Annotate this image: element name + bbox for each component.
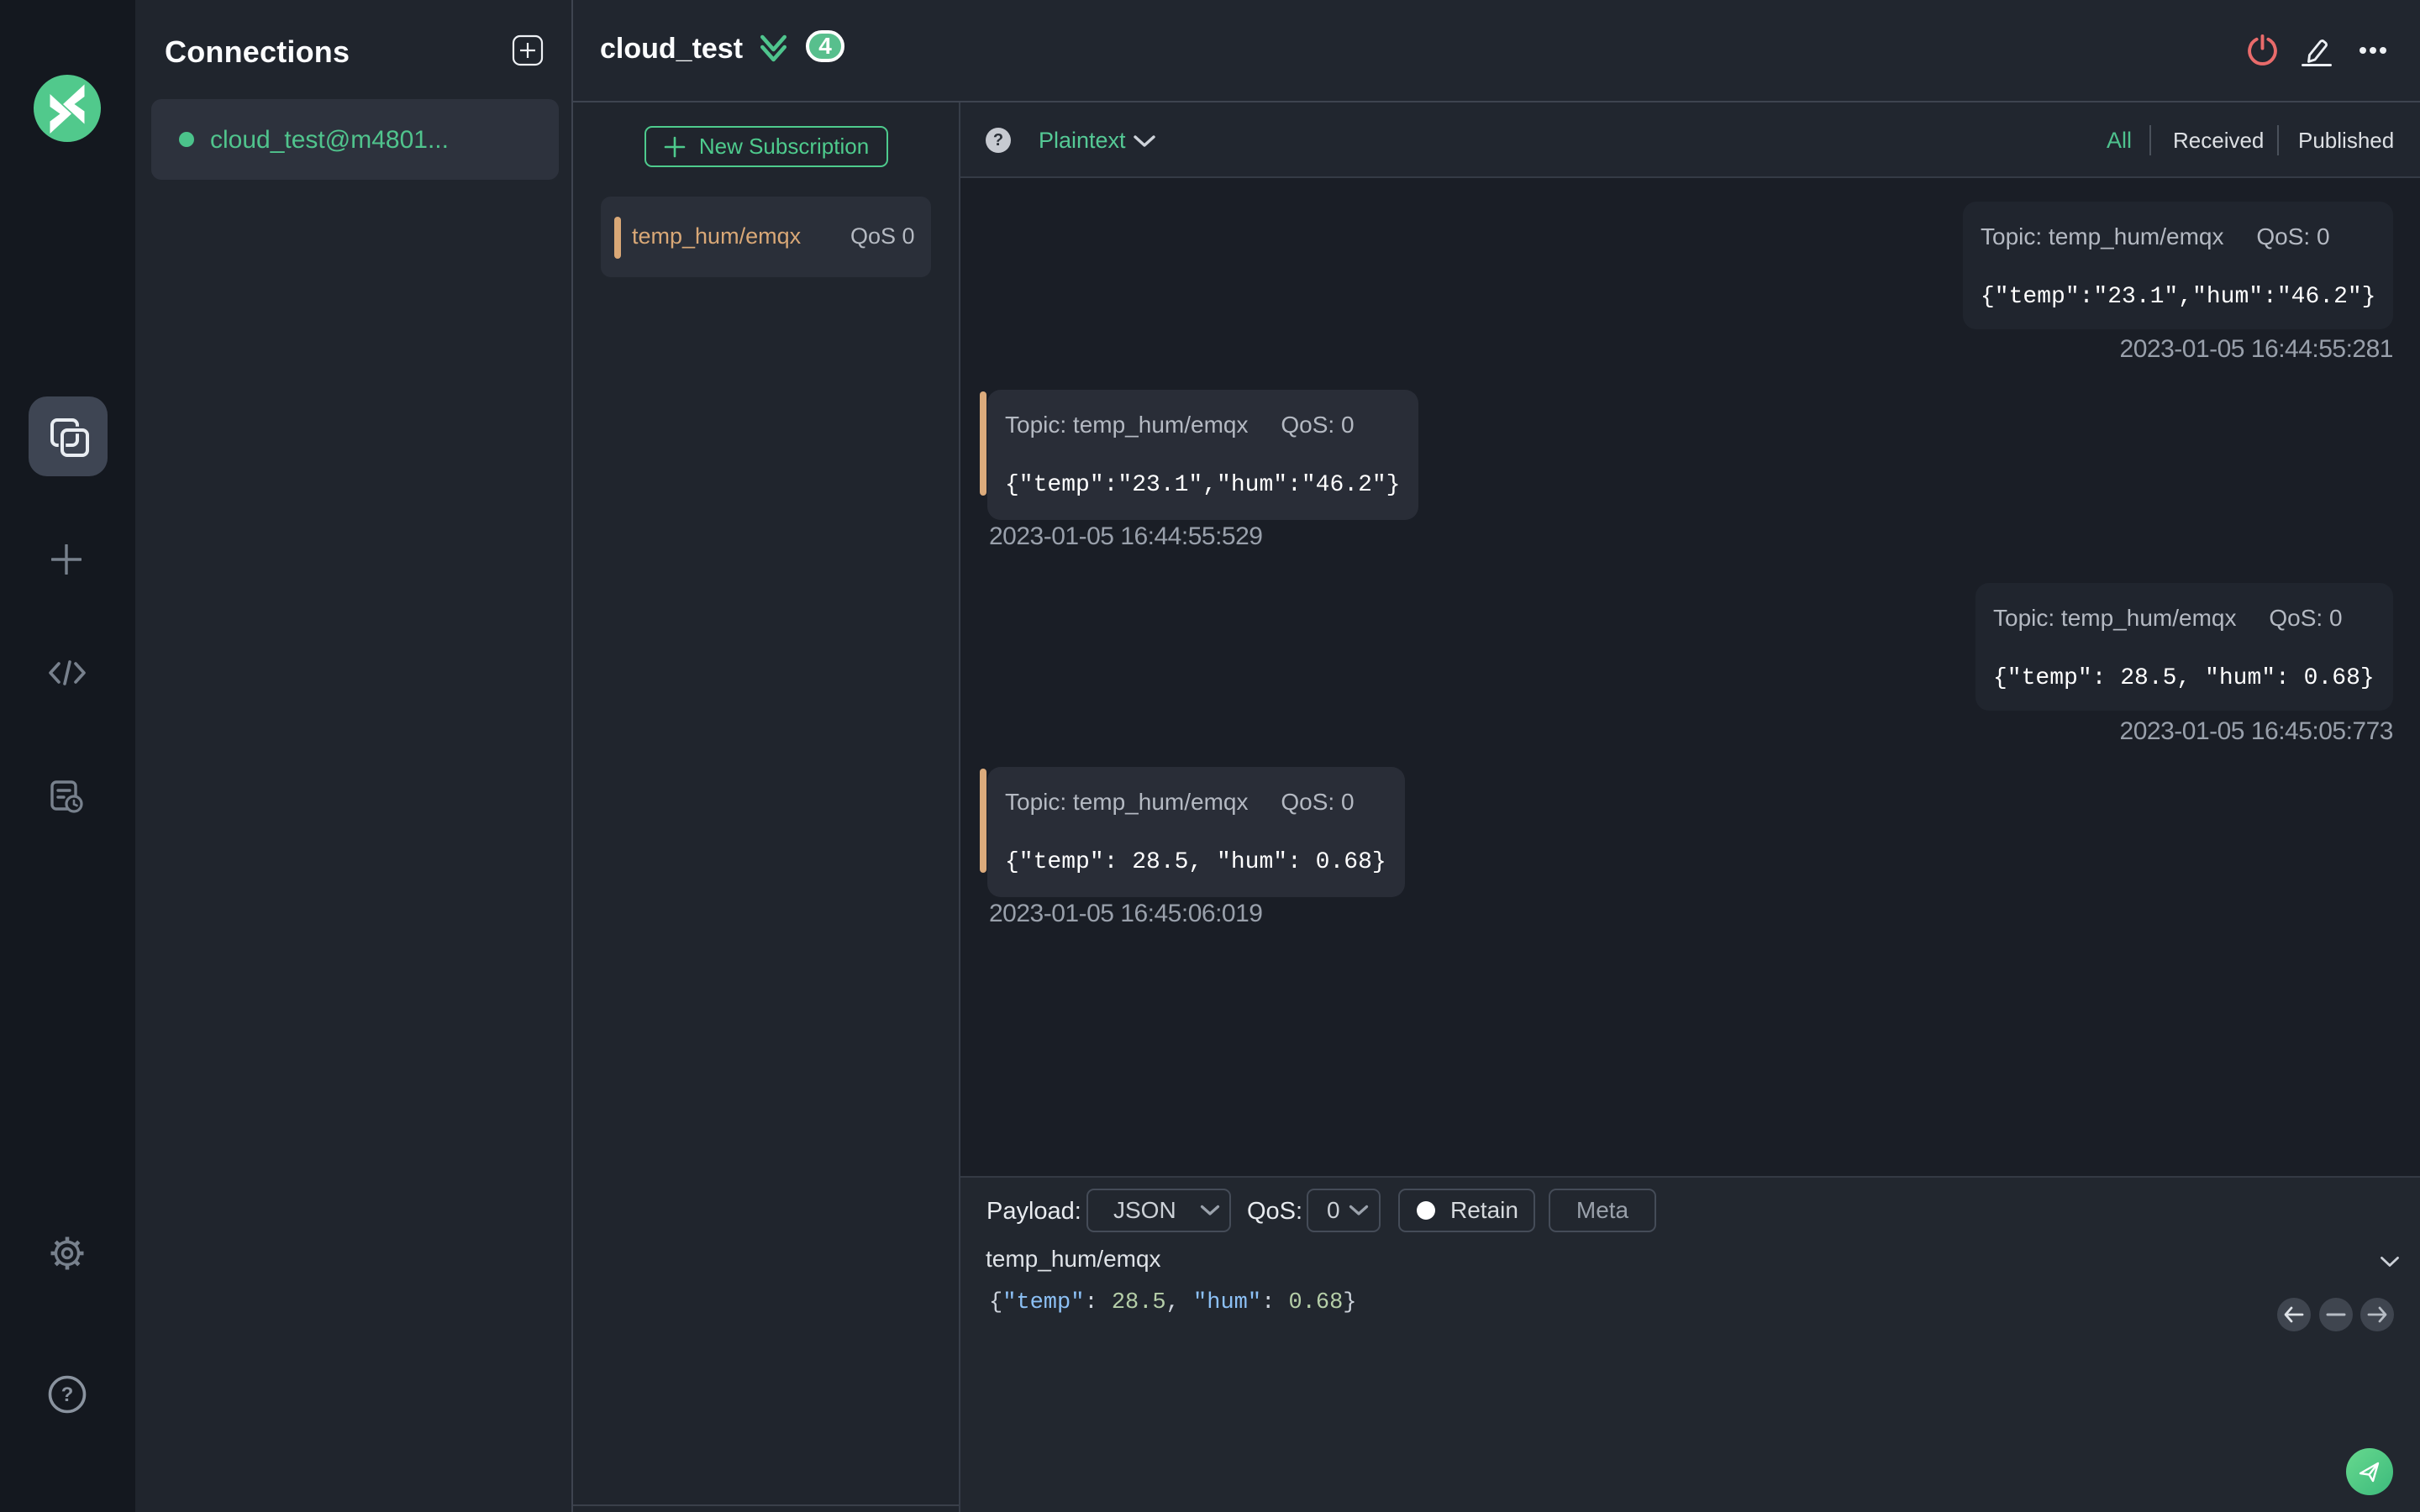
svg-text:?: ?	[61, 1383, 74, 1406]
